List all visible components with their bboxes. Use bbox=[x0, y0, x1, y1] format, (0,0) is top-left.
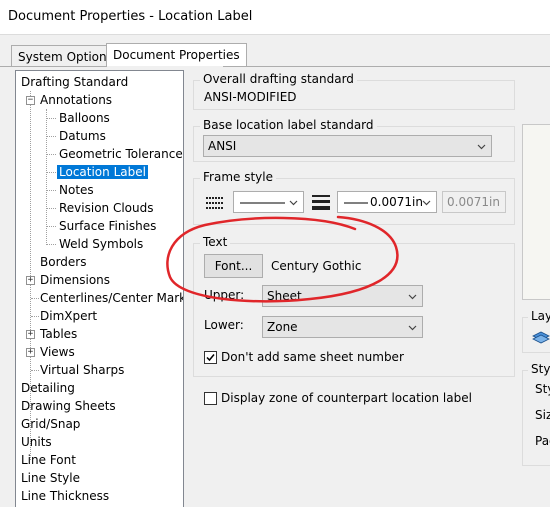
tree-branch bbox=[47, 172, 56, 173]
tree-item-label: Weld Symbols bbox=[59, 237, 144, 251]
style-row-2: Size bbox=[535, 408, 550, 422]
annotation-circle bbox=[166, 215, 399, 303]
tree-item-drawing-sheets[interactable]: Drawing Sheets bbox=[19, 397, 118, 415]
tab-active-gap bbox=[107, 66, 223, 67]
layer-label: Laye bbox=[528, 309, 550, 323]
chevron-down-icon bbox=[408, 325, 417, 331]
chevron-down-icon bbox=[422, 200, 431, 206]
tree-item-label: Grid/Snap bbox=[21, 417, 81, 431]
tree-item-label: Drafting Standard bbox=[21, 75, 129, 89]
tree-item-label: Revision Clouds bbox=[59, 201, 154, 215]
style-row-3: Pad bbox=[535, 434, 550, 448]
tree-item-line-font[interactable]: Line Font bbox=[19, 451, 78, 469]
tree-branch bbox=[47, 190, 56, 191]
tree-item-label: Annotations bbox=[40, 93, 113, 107]
expand-icon[interactable]: + bbox=[26, 330, 35, 339]
tree-item-label: Datums bbox=[59, 129, 106, 143]
tree-item-dimxpert[interactable]: DimXpert bbox=[38, 307, 99, 325]
tree-branch bbox=[47, 208, 56, 209]
line-style-preview bbox=[240, 202, 285, 204]
tree-item-label: Dimensions bbox=[40, 273, 111, 287]
tree-item-surface-finishes[interactable]: Surface Finishes bbox=[57, 217, 158, 235]
tree-item-label: Geometric Tolerances bbox=[59, 147, 184, 161]
base-standard-label: Base location label standard bbox=[200, 118, 377, 132]
tree-item-label: Balloons bbox=[59, 111, 110, 125]
tree-item-label: Notes bbox=[59, 183, 94, 197]
lower-value: Zone bbox=[267, 320, 298, 334]
dont-add-sheet-checkbox[interactable] bbox=[204, 351, 217, 364]
dont-add-sheet-label[interactable]: Don't add same sheet number bbox=[221, 350, 404, 364]
tree-item-views[interactable]: Views bbox=[38, 343, 77, 361]
line-thickness-preview bbox=[344, 202, 368, 204]
overall-drafting-value: ANSI-MODIFIED bbox=[204, 90, 297, 104]
tree-item-balloons[interactable]: Balloons bbox=[57, 109, 112, 127]
tree-item-dimensions[interactable]: Dimensions bbox=[38, 271, 112, 289]
base-standard-value: ANSI bbox=[208, 139, 237, 153]
display-zone-label[interactable]: Display zone of counterpart location lab… bbox=[221, 391, 472, 405]
tree-item-location-label[interactable]: Location Label bbox=[56, 163, 149, 181]
tree-item-units[interactable]: Units bbox=[19, 433, 54, 451]
tree-item-datums[interactable]: Datums bbox=[57, 127, 108, 145]
style-row-1: Sty bbox=[535, 382, 550, 396]
tree-item-weld-symbols[interactable]: Weld Symbols bbox=[57, 235, 145, 253]
tree-item-label: Views bbox=[40, 345, 75, 359]
tree-item-line-style[interactable]: Line Style bbox=[19, 469, 82, 487]
expand-icon[interactable]: + bbox=[26, 276, 35, 285]
tree-item-tables[interactable]: Tables bbox=[38, 325, 79, 343]
tree-branch bbox=[47, 226, 56, 227]
tree-item-label: Surface Finishes bbox=[59, 219, 157, 233]
tree-item-label: Borders bbox=[40, 255, 87, 269]
preview-panel bbox=[522, 124, 550, 300]
layers-icon[interactable] bbox=[531, 330, 550, 344]
tree-branch bbox=[47, 244, 56, 245]
tree-item-annotations[interactable]: Annotations bbox=[38, 91, 114, 109]
tree-item-label: Virtual Sharps bbox=[40, 363, 125, 377]
checkmark-icon bbox=[206, 354, 215, 362]
lower-select[interactable]: Zone bbox=[262, 316, 423, 338]
custom-thickness-field: 0.0071in bbox=[442, 191, 506, 213]
tree-item-drafting-standard[interactable]: Drafting Standard bbox=[19, 73, 130, 91]
tree-annotations-line bbox=[46, 109, 47, 245]
tree-item-detailing[interactable]: Detailing bbox=[19, 379, 77, 397]
lower-label: Lower: bbox=[204, 318, 244, 332]
options-tree[interactable]: Drafting Standard − Annotations Balloons… bbox=[15, 70, 184, 507]
tab-system-options[interactable]: System Options bbox=[11, 45, 120, 67]
style-label: Styl bbox=[528, 362, 550, 376]
tree-branch bbox=[47, 154, 56, 155]
tree-item-geometric-tolerances[interactable]: Geometric Tolerances bbox=[57, 145, 184, 163]
tree-item-label: Line Font bbox=[21, 453, 76, 467]
overall-drafting-label: Overall drafting standard bbox=[200, 72, 357, 86]
tree-branch bbox=[47, 118, 56, 119]
tree-item-grid-snap[interactable]: Grid/Snap bbox=[19, 415, 82, 433]
chevron-down-icon bbox=[477, 144, 486, 150]
tree-item-line-thickness[interactable]: Line Thickness bbox=[19, 487, 111, 505]
tree-item-label: Tables bbox=[40, 327, 78, 341]
tree-item-virtual-sharps[interactable]: Virtual Sharps bbox=[38, 361, 126, 379]
base-standard-select[interactable]: ANSI bbox=[203, 135, 492, 157]
tree-item-label: Drawing Sheets bbox=[21, 399, 116, 413]
display-zone-checkbox[interactable] bbox=[204, 392, 217, 405]
tab-strip-border bbox=[0, 66, 550, 67]
tree-item-revision-clouds[interactable]: Revision Clouds bbox=[57, 199, 156, 217]
tab-document-properties[interactable]: Document Properties bbox=[106, 43, 247, 67]
tree-item-label: Line Thickness bbox=[21, 489, 110, 503]
tree-item-borders[interactable]: Borders bbox=[38, 253, 88, 271]
window-title: Document Properties - Location Label bbox=[8, 9, 253, 24]
tree-item-label: Line Style bbox=[21, 471, 80, 485]
tree-item-label: Units bbox=[21, 435, 52, 449]
tree-item-notes[interactable]: Notes bbox=[57, 181, 96, 199]
tree-item-label: DimXpert bbox=[40, 309, 98, 323]
title-bar: Document Properties - Location Label bbox=[0, 0, 550, 35]
collapse-icon[interactable]: − bbox=[26, 96, 35, 105]
tree-item-label: Location Label bbox=[56, 164, 149, 180]
tree-branch bbox=[47, 136, 56, 137]
frame-style-label: Frame style bbox=[200, 170, 276, 184]
expand-icon[interactable]: + bbox=[26, 348, 35, 357]
tree-item-label: Detailing bbox=[21, 381, 75, 395]
